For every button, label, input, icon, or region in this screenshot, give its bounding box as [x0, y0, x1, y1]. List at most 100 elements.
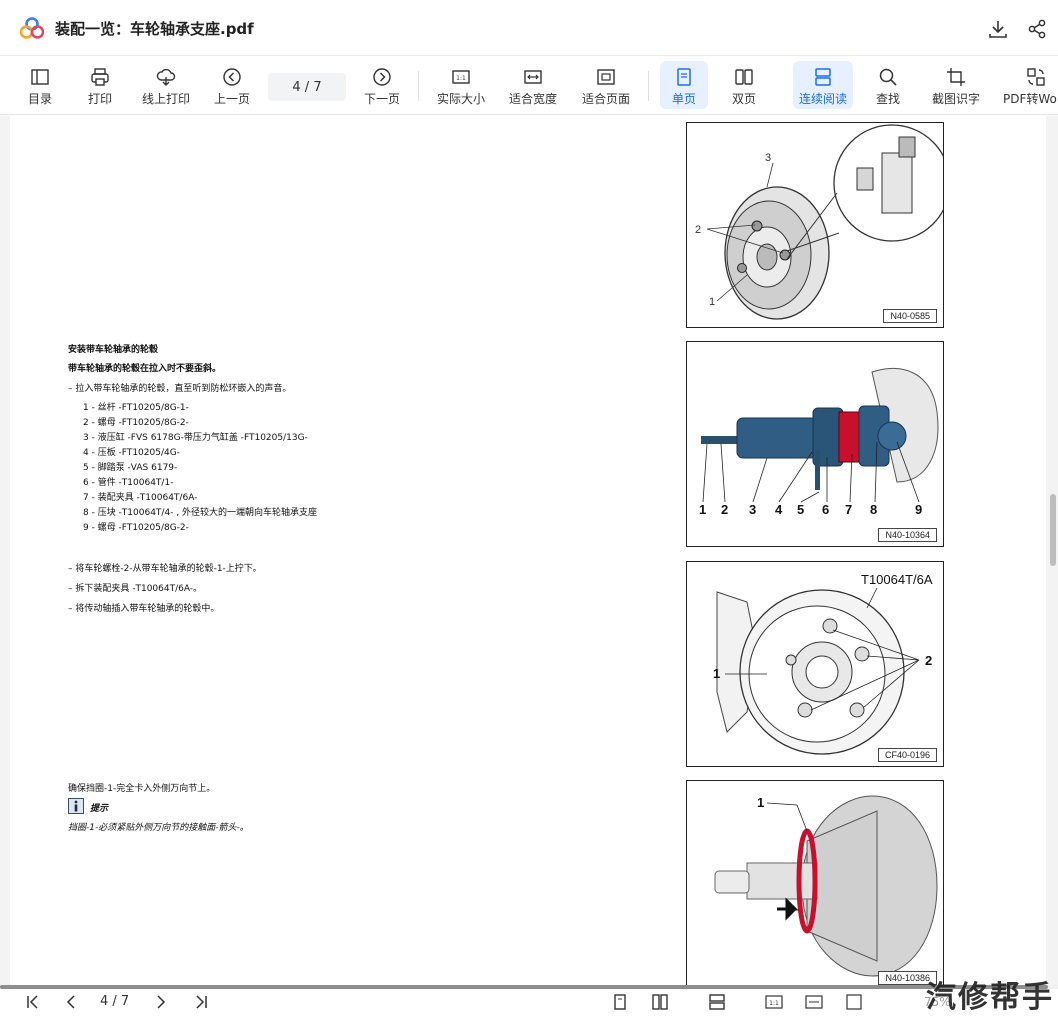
convert-word-button[interactable]: PDF转Wo [1000, 61, 1058, 109]
prev-page-button[interactable]: 上一页 [210, 61, 254, 109]
convert-label: PDF转Wo [1003, 92, 1057, 106]
callout-4: 4 [775, 502, 783, 517]
double-page-label: 双页 [731, 92, 756, 106]
actual-size-icon: 1:1 [452, 70, 470, 84]
single-page-label: 单页 [671, 92, 696, 106]
caution-text: 带车轮轴承的轮毂在拉入时不要歪斜。 [68, 364, 222, 374]
fit-page-icon [597, 69, 615, 85]
online-print-label: 线上打印 [141, 92, 190, 106]
single-page-icon [677, 68, 691, 86]
callout-1: 1 [709, 296, 715, 308]
actual-size-button[interactable]: 1:1 实际大小 [434, 61, 488, 109]
note-intro: 确保挡圈-1-完全卡入外侧万向节上。 [68, 784, 216, 794]
share-icon[interactable] [1026, 18, 1048, 40]
callout-9: 9 [915, 502, 922, 517]
search-button[interactable]: 查找 [866, 61, 910, 109]
figure-press-tool: 1 2 3 4 5 6 7 8 9 N40-10364 [686, 341, 944, 547]
document-viewer[interactable]: 安装带车轮轴承的轮毂 带车轮轴承的轮毂在拉入时不要歪斜。 – 拉入带车轮轴承的轮… [0, 116, 1058, 986]
online-print-button[interactable]: 线上打印 [136, 61, 196, 109]
svg-text:1:1: 1:1 [456, 75, 466, 82]
actual-size-small-icon[interactable]: 1:1 [765, 993, 783, 1011]
cloud-print-icon [156, 68, 176, 86]
toc-label: 目录 [27, 92, 52, 106]
next-page-small-icon[interactable] [152, 993, 170, 1011]
bottom-page-indicator[interactable]: 4 / 7 [100, 994, 129, 1009]
figure-retaining-ring: 1 N40-10386 [686, 780, 944, 986]
vertical-scrollbar[interactable] [1050, 494, 1056, 566]
single-page-small-icon[interactable] [611, 993, 629, 1011]
fit-width-button[interactable]: 适合宽度 [505, 61, 561, 109]
toolbar-divider [648, 71, 649, 101]
single-page-button[interactable]: 单页 [660, 61, 708, 109]
callout-1: 1 [713, 666, 720, 681]
next-page-button[interactable]: 下一页 [360, 61, 404, 109]
convert-icon [1027, 68, 1045, 86]
toc-icon [31, 69, 49, 85]
first-page-icon[interactable] [24, 993, 42, 1011]
press-tool-illustration: 1 2 3 4 5 6 7 8 9 [699, 367, 939, 517]
prev-page-small-icon[interactable] [62, 993, 80, 1011]
parts-list-item: 6 - 管件 -T10064T/1- [83, 478, 174, 488]
bottom-bar: 4 / 7 1:1 75% [0, 989, 1058, 1015]
figure-code: CF40-0196 [877, 748, 937, 762]
callout-1: 1 [699, 502, 706, 517]
note-title: 提示 [90, 804, 109, 814]
download-icon[interactable] [987, 18, 1009, 40]
next-page-label: 下一页 [363, 92, 400, 106]
parts-list-item: 2 - 螺母 -FT10205/8G-2- [83, 418, 189, 428]
figure-code: N40-10364 [878, 528, 937, 542]
callout-2: 2 [695, 224, 701, 236]
figure-code: N40-0585 [883, 309, 937, 323]
toolbar-divider [418, 71, 419, 101]
search-label: 查找 [875, 92, 900, 106]
ocr-crop-button[interactable]: 截图识字 [928, 61, 984, 109]
watermark: 汽修帮手 [926, 980, 1054, 1015]
fit-page-small-icon[interactable] [845, 993, 863, 1011]
actual-size-label: 实际大小 [436, 92, 485, 106]
print-button[interactable]: 打印 [80, 61, 120, 109]
callout-7: 7 [845, 502, 852, 517]
printer-icon [91, 68, 109, 86]
callout-1: 1 [757, 795, 764, 810]
ocr-crop-label: 截图识字 [931, 92, 980, 106]
hub-illustration: 3 2 1 [695, 124, 943, 320]
next-page-icon [373, 68, 391, 86]
parts-list-item: 8 - 压块 -T10064T/4- , 外径较大的一端朝向车轮轴承支座 [83, 508, 318, 518]
callout-5: 5 [797, 502, 804, 517]
fit-width-icon [524, 70, 542, 84]
continuous-icon [815, 68, 831, 86]
callout-8: 8 [870, 502, 877, 517]
fit-page-button[interactable]: 适合页面 [578, 61, 634, 109]
double-page-button[interactable]: 双页 [722, 61, 766, 109]
title-bar: 装配一览：车轮轴承支座.pdf [0, 0, 1058, 56]
double-page-small-icon[interactable] [651, 993, 669, 1011]
step-text: – 将车轮螺栓-2-从带车轮轴承的轮毂-1-上拧下。 [68, 564, 262, 574]
double-page-icon [735, 69, 753, 85]
page-number-input[interactable]: 4 / 7 [268, 73, 346, 101]
callout-2: 2 [925, 653, 932, 668]
step-text: – 将传动轴插入带车轮轴承的轮毂中。 [68, 604, 220, 614]
last-page-icon[interactable] [192, 993, 210, 1011]
step-text: – 拆下装配夹具 -T10064T/6A-。 [68, 584, 203, 594]
fit-width-label: 适合宽度 [508, 92, 557, 106]
cv-joint-illustration: 1 [714, 795, 938, 977]
parts-list-item: 4 - 压板 -FT10205/4G- [83, 448, 180, 458]
fit-width-small-icon[interactable] [805, 993, 823, 1011]
parts-list-item: 9 - 螺母 -FT10205/8G-2- [83, 523, 189, 533]
continuous-small-icon[interactable] [708, 993, 726, 1011]
continuous-read-button[interactable]: 连续阅读 [793, 61, 853, 109]
tool-title: T10064T/6A [861, 572, 933, 587]
fixture-illustration: T10064T/6A 1 2 [713, 572, 933, 755]
toc-button[interactable]: 目录 [20, 61, 60, 109]
info-icon [68, 798, 84, 814]
ocr-crop-icon [947, 68, 965, 86]
callout-3: 3 [749, 502, 756, 517]
continuous-label: 连续阅读 [798, 92, 847, 106]
print-label: 打印 [87, 92, 112, 106]
app-logo-icon [20, 17, 44, 39]
step-text: – 拉入带车轮轴承的轮毂，直至听到防松环嵌入的声音。 [68, 384, 292, 394]
figure-assembly-fixture: T10064T/6A 1 2 CF40-0196 [686, 561, 944, 767]
parts-list-item: 7 - 装配夹具 -T10064T/6A- [83, 493, 198, 503]
parts-list-item: 1 - 丝杆 -FT10205/8G-1- [83, 403, 189, 413]
section-heading: 安装带车轮轴承的轮毂 [68, 345, 159, 355]
